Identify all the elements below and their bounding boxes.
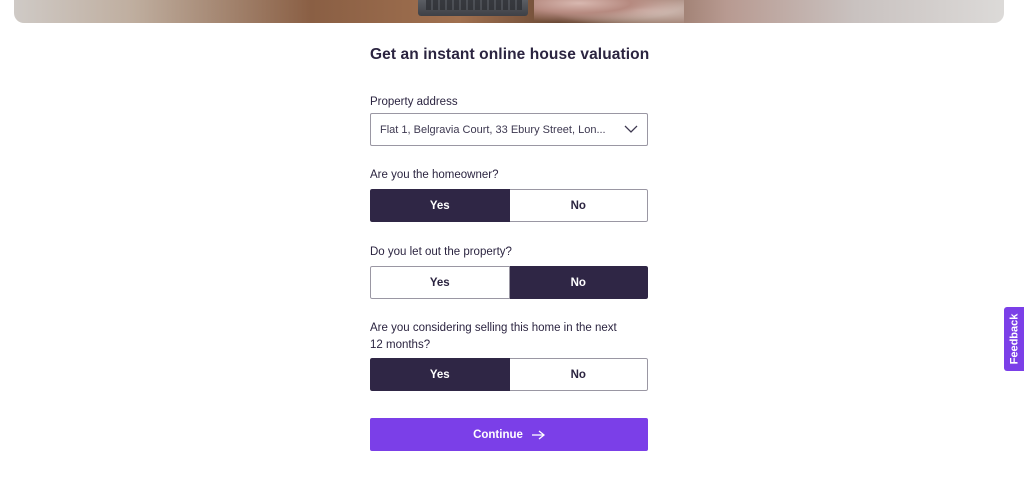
page-title: Get an instant online house valuation [370,46,650,63]
property-address-label: Property address [370,96,458,108]
hero-image [14,0,1004,23]
let-out-no-option[interactable]: No [509,266,648,299]
homeowner-no-option[interactable]: No [509,189,648,222]
continue-button-label: Continue [473,428,523,441]
selling-toggle: Yes No [370,358,648,391]
let-out-yes-option[interactable]: Yes [370,266,510,299]
selling-label-line2: 12 months? [370,339,431,351]
feedback-tab[interactable]: Feedback [1004,307,1024,371]
homeowner-toggle: Yes No [370,189,648,222]
selling-no-option[interactable]: No [509,358,648,391]
homeowner-label: Are you the homeowner? [370,169,499,181]
let-out-toggle: Yes No [370,266,648,299]
selling-label-line1: Are you considering selling this home in… [370,322,617,334]
chevron-down-icon [624,125,638,133]
continue-button[interactable]: Continue [370,418,648,451]
selling-label: Are you considering selling this home in… [370,320,617,354]
let-out-label: Do you let out the property? [370,246,512,258]
hero-laptop-keyboard [426,0,522,10]
selling-yes-option[interactable]: Yes [370,358,510,391]
property-address-select[interactable]: Flat 1, Belgravia Court, 33 Ebury Street… [370,113,648,146]
homeowner-yes-option[interactable]: Yes [370,189,510,222]
feedback-tab-label: Feedback [1008,313,1020,365]
arrow-right-icon [531,429,545,440]
property-address-value: Flat 1, Belgravia Court, 33 Ebury Street… [380,123,606,136]
hero-person [534,0,684,23]
